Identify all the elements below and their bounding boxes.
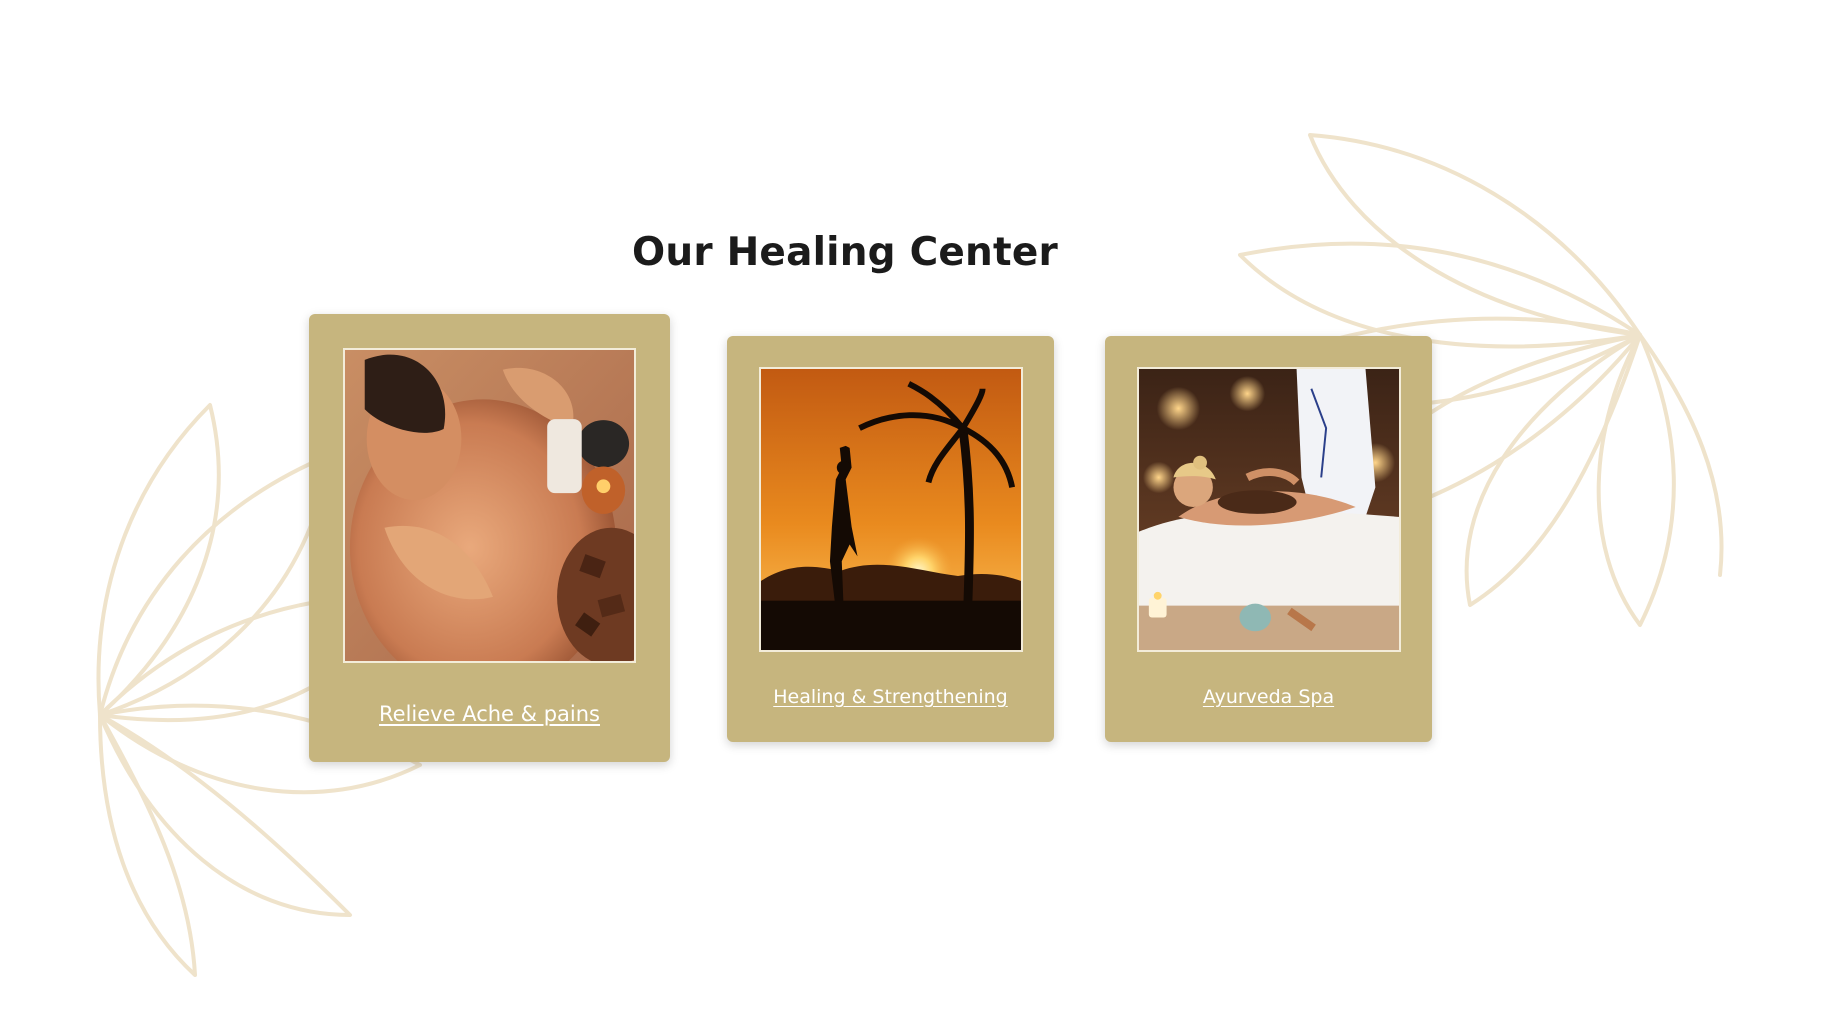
- service-card-healing-strengthening[interactable]: Healing & Strengthening: [727, 336, 1054, 742]
- section-title: Our Healing Center: [632, 230, 1058, 275]
- service-card-relieve-ache[interactable]: Relieve Ache & pains: [309, 314, 670, 762]
- ayurveda-spa-link[interactable]: Ayurveda Spa: [1105, 686, 1432, 708]
- relieve-ache-link[interactable]: Relieve Ache & pains: [309, 702, 670, 726]
- ayurveda-spa-photo: [1137, 367, 1401, 652]
- healing-strengthening-link[interactable]: Healing & Strengthening: [727, 686, 1054, 708]
- healing-center-section: Our Healing Center Relieve Ache & pains …: [0, 0, 1831, 1011]
- back-massage-photo: [343, 348, 636, 663]
- sunset-yoga-photo: [759, 367, 1023, 652]
- service-card-ayurveda-spa[interactable]: Ayurveda Spa: [1105, 336, 1432, 742]
